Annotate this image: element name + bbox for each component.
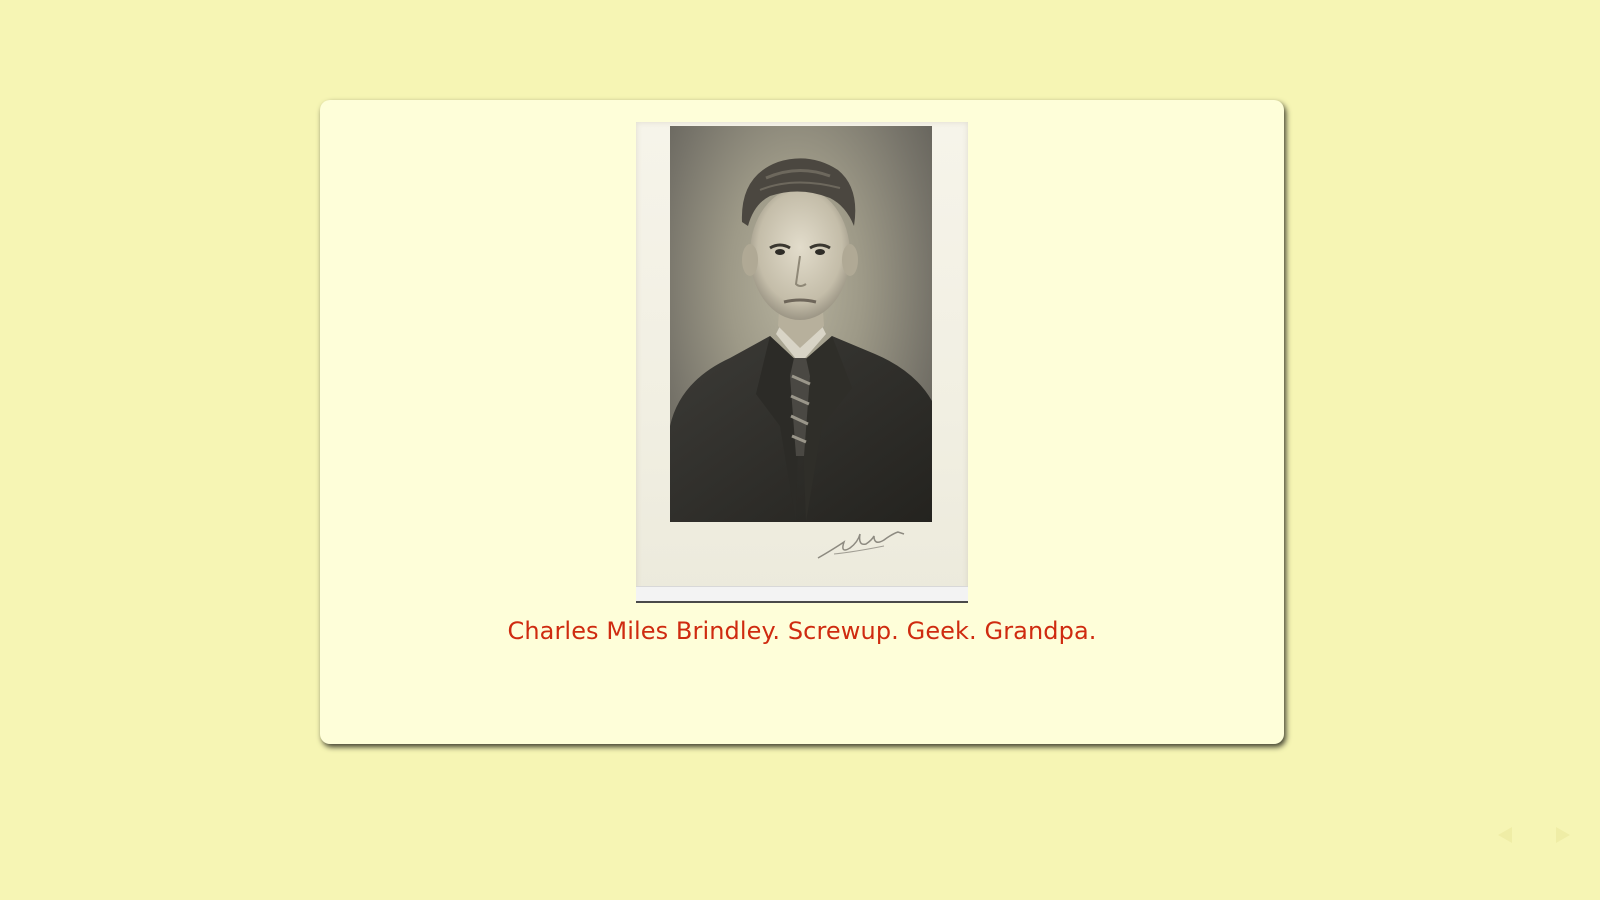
arrow-right-icon bbox=[1556, 827, 1570, 843]
slide-card: Charles Miles Brindley. Screwup. Geek. G… bbox=[320, 100, 1284, 744]
portrait-image bbox=[670, 158, 932, 522]
previous-slide-button[interactable] bbox=[1490, 820, 1520, 850]
portrait-print bbox=[670, 126, 932, 522]
slideshow-stage: Charles Miles Brindley. Screwup. Geek. G… bbox=[0, 0, 1600, 900]
next-slide-button[interactable] bbox=[1548, 820, 1578, 850]
slide-caption: Charles Miles Brindley. Screwup. Geek. G… bbox=[507, 617, 1097, 645]
photographer-signature bbox=[817, 531, 905, 559]
photo-bottom-strip bbox=[636, 586, 968, 601]
portrait-photo bbox=[636, 122, 968, 603]
arrow-left-icon bbox=[1498, 827, 1512, 843]
